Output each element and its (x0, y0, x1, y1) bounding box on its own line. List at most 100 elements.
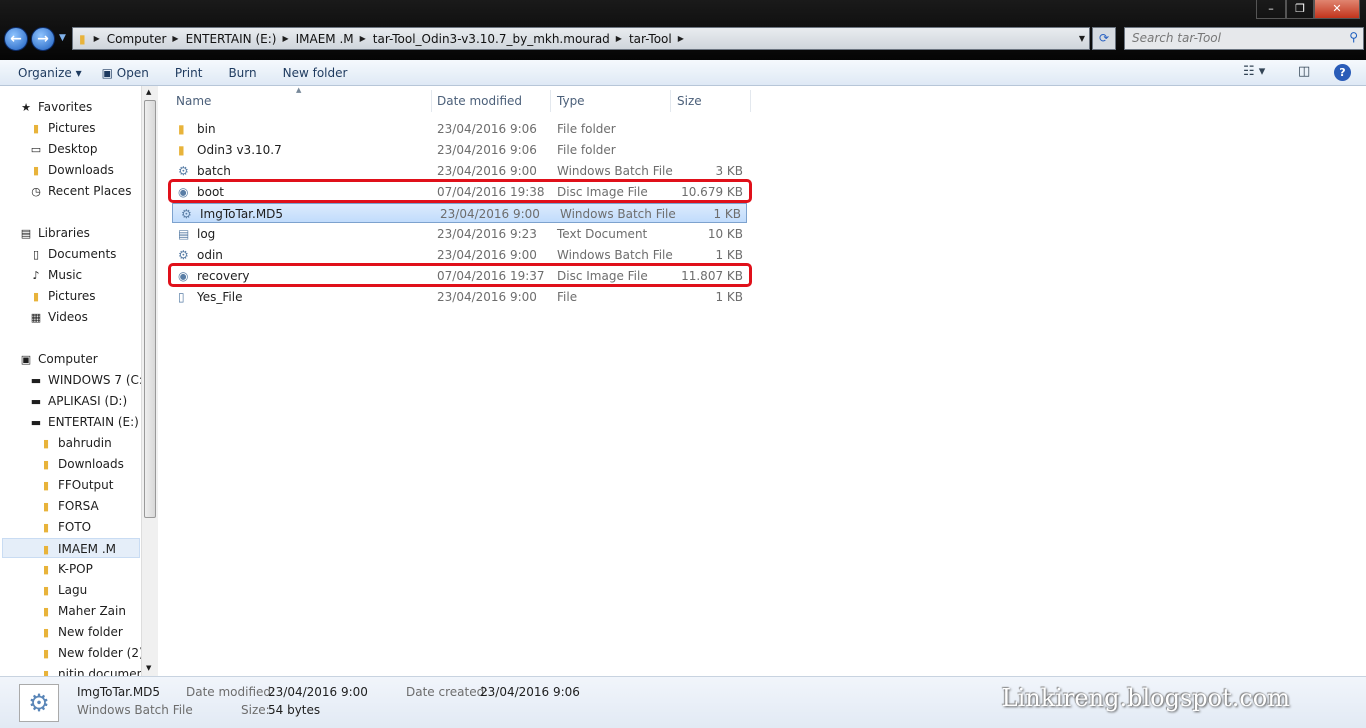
search-icon[interactable]: ⚲ (1349, 30, 1358, 44)
refresh-button[interactable]: ⟳ (1092, 27, 1116, 50)
nav-item-label: Pictures (48, 121, 96, 135)
file-row[interactable]: ▯ Yes_File 23/04/2016 9:00 File 1 KB (170, 287, 748, 307)
folder-icon: ▮ (42, 668, 50, 676)
file-name: Yes_File (197, 290, 243, 304)
organize-button[interactable]: Organize ▾ (18, 66, 82, 80)
file-type: Windows Batch File (557, 164, 673, 178)
drive-icon: ▬ (30, 416, 42, 429)
breadcrumb-item[interactable]: IMAEM .M (296, 32, 354, 46)
file-name: batch (197, 164, 231, 178)
nav-item[interactable]: ▮ New folder (2) (38, 643, 141, 663)
created-value: 23/04/2016 9:06 (480, 685, 580, 699)
recent-pages-dropdown[interactable]: ▼ (59, 33, 66, 43)
file-row[interactable]: ⚙ odin 23/04/2016 9:00 Windows Batch Fil… (170, 245, 748, 265)
recent-icon: ◷ (31, 185, 41, 198)
breadcrumb-separator[interactable]: ▶ (678, 34, 684, 43)
column-header-date[interactable]: Date modified (431, 90, 551, 112)
nav-item[interactable]: ▮ Lagu (38, 580, 87, 600)
restore-button[interactable]: ❐ (1286, 0, 1314, 19)
nav-item[interactable]: ▮ Maher Zain (38, 601, 126, 621)
breadcrumb-separator[interactable]: ▶ (616, 34, 622, 43)
desktop-icon: ▭ (30, 143, 42, 156)
nav-item[interactable]: ▮ Downloads (28, 160, 114, 180)
nav-item[interactable]: ▬ APLIKASI (D:) (28, 391, 127, 411)
nav-item[interactable]: ▮ bahrudin (38, 433, 112, 453)
nav-item-label: Downloads (48, 163, 114, 177)
breadcrumb-item[interactable]: ENTERTAIN (E:) (186, 32, 277, 46)
file-date: 23/04/2016 9:00 (437, 248, 537, 262)
nav-item-label: FFOutput (58, 478, 114, 492)
search-input[interactable]: Search tar-Tool ⚲ (1124, 27, 1364, 50)
file-type: Windows Batch File (560, 207, 676, 221)
breadcrumb-item[interactable]: tar-Tool_Odin3-v3.10.7_by_mkh.mourad (373, 32, 610, 46)
nav-item-label: Documents (48, 247, 117, 261)
breadcrumb-item[interactable]: Computer (107, 32, 167, 46)
file-row[interactable]: ▮ Odin3 v3.10.7 23/04/2016 9:06 File fol… (170, 140, 748, 160)
file-date: 23/04/2016 9:00 (437, 164, 537, 178)
file-row[interactable]: ▤ log 23/04/2016 9:23 Text Document 10 K… (170, 224, 748, 244)
file-row[interactable]: ▮ bin 23/04/2016 9:06 File folder (170, 119, 748, 139)
nav-scrollbar[interactable]: ▲ ▼ (141, 86, 158, 676)
new-folder-button[interactable]: New folder (283, 66, 348, 80)
nav-item-label: WINDOWS 7 (C:) (48, 373, 141, 387)
nav-item[interactable]: ★ Favorites (18, 97, 92, 117)
nav-item[interactable]: ♪ Music (28, 265, 82, 285)
nav-item[interactable]: ▮ New folder (38, 622, 123, 642)
nav-item[interactable]: ▤ Libraries (18, 223, 90, 243)
nav-item[interactable]: ▮ Downloads (38, 454, 124, 474)
nav-item[interactable]: ▬ ENTERTAIN (E:) (28, 412, 139, 432)
preview-pane-icon[interactable]: ◫ (1298, 64, 1310, 79)
minimize-button[interactable]: – (1256, 0, 1286, 19)
column-header-size[interactable]: Size (671, 90, 751, 112)
print-button[interactable]: Print (175, 66, 203, 80)
nav-item[interactable]: ▮ FFOutput (38, 475, 114, 495)
scrollbar-thumb[interactable] (144, 100, 156, 518)
nav-item[interactable]: ▮ Pictures (28, 286, 96, 306)
file-row[interactable]: ⚙ ImgToTar.MD5 23/04/2016 9:00 Windows B… (172, 203, 747, 223)
file-row[interactable]: ⚙ batch 23/04/2016 9:00 Windows Batch Fi… (170, 161, 748, 181)
nav-item[interactable]: ▭ Desktop (28, 139, 98, 159)
breadcrumb-item[interactable]: tar-Tool (629, 32, 672, 46)
breadcrumb-separator[interactable]: ▶ (94, 34, 100, 43)
nav-item[interactable]: ▯ Documents (28, 244, 116, 264)
back-button[interactable]: ← (4, 27, 28, 51)
breadcrumb-separator[interactable]: ▶ (360, 34, 366, 43)
file-type: Text Document (557, 227, 648, 241)
file-date: 23/04/2016 9:06 (437, 122, 537, 136)
nav-item[interactable]: ▮ Pictures (28, 118, 96, 138)
close-button[interactable]: ✕ (1314, 0, 1360, 19)
breadcrumb-separator[interactable]: ▶ (172, 34, 178, 43)
help-icon[interactable]: ? (1334, 64, 1351, 81)
nav-item[interactable]: ◷ Recent Places (28, 181, 131, 201)
folder-icon: ▮ (42, 437, 50, 450)
nav-item[interactable]: ▣ Computer (18, 349, 98, 369)
nav-item[interactable]: ▮ FOTO (38, 517, 91, 537)
file-date: 23/04/2016 9:00 (437, 290, 537, 304)
modified-value: 23/04/2016 9:00 (268, 685, 368, 699)
forward-button[interactable]: → (31, 27, 55, 51)
address-bar[interactable]: ▮ ▶ Computer ▶ ENTERTAIN (E:) ▶ IMAEM .M ▶ tar-… (72, 27, 1090, 50)
file-type: Windows Batch File (557, 248, 673, 262)
nav-item[interactable]: ▮ nitin documen (38, 664, 141, 676)
file-name: odin (197, 248, 223, 262)
nav-item[interactable]: ▮ IMAEM .M (2, 538, 140, 558)
view-options-icon[interactable]: ☷ ▾ (1243, 64, 1265, 79)
nav-item[interactable]: ▮ FORSA (38, 496, 99, 516)
address-dropdown-icon[interactable]: ▼ (1079, 34, 1085, 43)
open-icon: ▣ (101, 65, 117, 80)
file-type: File folder (557, 143, 616, 157)
breadcrumb-separator[interactable]: ▶ (282, 34, 288, 43)
open-button[interactable]: ▣ Open (102, 66, 149, 80)
burn-button[interactable]: Burn (228, 66, 256, 80)
video-icon: ▦ (30, 311, 42, 324)
column-header-type[interactable]: Type (551, 90, 671, 112)
nav-item-label: Downloads (58, 457, 124, 471)
detail-type: Windows Batch File (77, 703, 193, 717)
detail-name: ImgToTar.MD5 (77, 685, 161, 699)
nav-item[interactable]: ▬ WINDOWS 7 (C:) (28, 370, 141, 390)
red-highlight-box (168, 179, 752, 203)
nav-item[interactable]: ▦ Videos (28, 307, 88, 327)
star-icon: ★ (21, 101, 31, 114)
nav-item[interactable]: ▮ K-POP (38, 559, 93, 579)
nav-item-label: Libraries (38, 226, 90, 240)
